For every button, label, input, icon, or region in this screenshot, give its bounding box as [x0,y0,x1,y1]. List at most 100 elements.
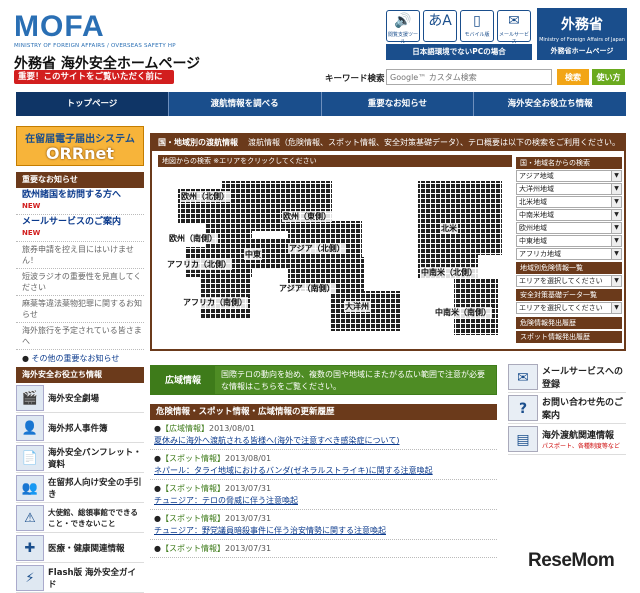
people-icon: 👥 [16,474,44,501]
orrnet-banner[interactable]: 在留届電子届出システム ORRnet [16,126,144,166]
mofa-home-link[interactable]: 外務省 Ministry of Foreign Affairs of Japan… [537,8,627,60]
notice-link[interactable]: 短波ラジオの重要性を見直してください [22,272,141,292]
contact-link[interactable]: ? お問い合わせ先のご案内 [508,393,626,424]
update-link[interactable]: チュニジア：テロの脅威に伴う注意喚起 [154,495,493,507]
notice-link[interactable]: 海外旅行を予定されている皆さまへ [22,326,142,346]
useful-guide-link[interactable]: 👥 在留邦人向け安全の手引き [16,473,144,503]
nav-top-page[interactable]: トップページ [16,92,169,116]
useful-embassy-link[interactable]: ⚠ 大使館、総領事館でできること・できないこと [16,503,144,533]
nav-important-notices[interactable]: 重要なお知らせ [322,92,475,116]
update-date: 2013/07/31 [224,544,272,553]
region-select-oceania[interactable]: 大洋州地域 ▼ [516,183,622,195]
chevron-down-icon: ▼ [611,171,621,181]
update-item: ●【スポット情報】2013/08/01 ネパール：タライ地域におけるバンダ(ゼネラ… [150,450,497,480]
select-value: エリアを選択してください [519,304,603,312]
updates-section: 危険情報・スポット情報・広域情報の更新履歴 ●【広域情報】2013/08/01 夏… [150,404,497,586]
region-select-middle-east[interactable]: 中東地域 ▼ [516,235,622,247]
travel-related-link[interactable]: ▤ 海外渡航関連情報 パスポート、各種制度等など [508,424,626,455]
font-tool-button[interactable]: あA [423,10,457,42]
select-value: 中東地域 [519,237,547,245]
region-label: 欧州（東側） [282,211,332,222]
useful-medical-link[interactable]: ✚ 医療・健康関連情報 [16,533,144,563]
updates-heading: 危険情報・スポット情報・広域情報の更新履歴 [150,404,497,420]
update-item: ●【スポット情報】2013/07/31 チュニジア：野党議員暗殺事件に伴う治安情勢… [150,510,497,540]
notice-item[interactable]: メールサービスのご案内 NEW [16,215,144,242]
region-label: 欧州（北側） [180,191,230,202]
region-label: 中東 [244,249,262,260]
nav-travel-info[interactable]: 渡航情報を調べる [169,92,322,116]
useful-pamphlet-link[interactable]: 📄 海外安全パンフレット・資料 [16,443,144,473]
orrnet-title: 在留届電子届出システム [25,134,135,145]
more-notices-link[interactable]: ● その他の重要なお知らせ [16,350,144,367]
region-label: 北米 [440,223,458,234]
useful-flash-link[interactable]: ⚡ Flash版 海外安全ガイド [16,563,144,593]
region-select-asia[interactable]: アジア地域 ▼ [516,170,622,182]
danger-history-link[interactable]: 危険情報発出履歴 [516,317,622,329]
update-date: 2013/07/31 [224,484,272,493]
mail-service-button[interactable]: ✉ メールサービス [497,10,531,45]
danger-list-heading: 地域別危険情報一覧 [516,262,622,274]
search-input[interactable] [386,69,552,85]
mobile-version-button[interactable]: ▯ モバイル版 [460,10,494,42]
search-button[interactable]: 検索 [557,69,589,85]
mofa-badge-english: Ministry of Foreign Affairs of Japan [539,37,625,43]
danger-area-select[interactable]: エリアを選択してください ▼ [516,275,622,287]
right-link-label: メールサービスへの登録 [542,367,624,390]
select-value: 中南米地域 [519,211,554,219]
select-value: 北米地域 [519,198,547,206]
mofa-logo[interactable]: MOFA MINISTRY OF FOREIGN AFFAIRS / OVERS… [14,12,204,73]
nav-useful-info[interactable]: 海外安全お役立ち情報 [474,92,626,116]
mail-icon: ✉ [508,364,538,390]
more-notices-text[interactable]: その他の重要なお知らせ [32,354,120,363]
right-link-label: お問い合わせ先のご案内 [542,398,624,421]
font-size-icon: あA [428,13,452,29]
new-badge: NEW [22,202,41,210]
wide-area-info-banner[interactable]: 広域情報 国際テロの動向を始め、複数の国や地域にまたがる広い範囲で注意が必要な情… [150,365,497,395]
useful-label: 医療・健康関連情報 [48,543,125,554]
right-link-label: 海外渡航関連情報 [542,431,615,441]
non-japanese-pc-link[interactable]: 日本語環境でないPCの場合 [386,44,532,60]
accessibility-tool-button[interactable]: 🔊 閲覧支援ツール [386,10,420,45]
mobile-icon: ▯ [473,13,481,29]
notice-link[interactable]: 欧州諸国を訪問する方へ [22,190,121,200]
region-select-north-america[interactable]: 北米地域 ▼ [516,196,622,208]
mail-icon: ✉ [508,13,520,29]
right-link-sub: パスポート、各種制度等など [542,443,620,450]
region-select-africa[interactable]: アフリカ地域 ▼ [516,248,622,260]
select-value: アジア地域 [519,172,554,180]
region-select-latin-america[interactable]: 中南米地域 ▼ [516,209,622,221]
region-label: 中南米（北側） [420,267,478,278]
useful-theater-link[interactable]: 🎬 海外安全劇場 [16,383,144,413]
notice-item[interactable]: 海外旅行を予定されている皆さまへ [16,323,144,350]
useful-heading: 海外安全お役立ち情報 [16,367,144,383]
map-search-header: 地図からの検索 ※エリアをクリックしてください [158,155,512,167]
new-badge: NEW [22,229,41,237]
notice-link[interactable]: 麻薬等違法薬物犯罪に関するお知らせ [22,299,142,319]
update-link[interactable]: 夏休みに海外へ渡航される皆様へ(海外で注意すべき感染症について) [154,435,493,447]
useful-label: 海外安全パンフレット・資料 [48,447,142,470]
map-region-north-america[interactable] [418,181,502,255]
update-item: ●【スポット情報】2013/07/31 [150,540,497,558]
important-alert-link[interactable]: 重要！このサイトをご覧いただく前に [14,70,174,84]
basic-data-area-select[interactable]: エリアを選択してください ▼ [516,302,622,314]
notice-item[interactable]: 麻薬等違法薬物犯罪に関するお知らせ [16,296,144,323]
region-label: アフリカ（北側） [166,259,232,270]
useful-label: 海外安全劇場 [48,393,100,404]
select-value: 欧州地域 [519,224,547,232]
update-link[interactable]: ネパール：タライ地域におけるバンダ(ゼネラルストライキ)に関する注意喚起 [154,465,493,477]
main-nav: トップページ 渡航情報を調べる 重要なお知らせ 海外安全お役立ち情報 [16,92,626,116]
update-category: 【スポット情報】 [160,544,225,553]
howto-button[interactable]: 使い方 [592,69,625,85]
useful-casebook-link[interactable]: 👤 海外邦人事件簿 [16,413,144,443]
notice-item[interactable]: 短波ラジオの重要性を見直してください [16,269,144,296]
region-label: 大洋州 [344,301,370,312]
spot-history-link[interactable]: スポット情報発出履歴 [516,331,622,343]
notice-item[interactable]: 旅券申請を控え目にはいけません！ [16,242,144,269]
update-link[interactable]: チュニジア：野党議員暗殺事件に伴う治安情勢に関する注意喚起 [154,525,493,537]
mail-service-register-link[interactable]: ✉ メールサービスへの登録 [508,362,626,393]
notice-item[interactable]: 欧州諸国を訪問する方へ NEW [16,188,144,215]
notice-link[interactable]: 旅券申請を控え目にはいけません！ [22,245,134,265]
disaster-icon: ⚠ [16,504,44,531]
region-select-europe[interactable]: 欧州地域 ▼ [516,222,622,234]
notice-link[interactable]: メールサービスのご案内 [22,217,121,227]
